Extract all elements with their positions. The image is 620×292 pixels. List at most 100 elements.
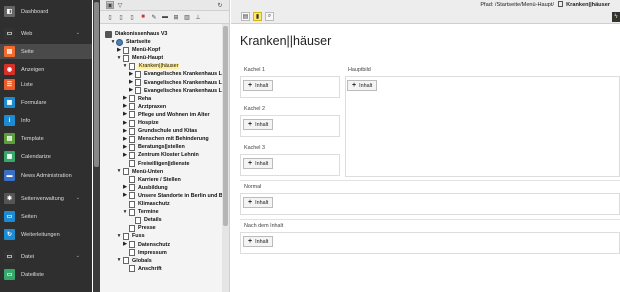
chevron-down-icon[interactable]: ⌄ (76, 253, 80, 259)
module-web[interactable]: ▭ Web ⌄ (0, 26, 92, 41)
add-content-button-kachel-2[interactable]: + Inhalt (243, 119, 274, 130)
tree-node[interactable]: ▶ Menschen mit Behinderung (122, 135, 209, 143)
tree-node[interactable]: ▼ Globals (116, 257, 152, 265)
divider (240, 180, 620, 181)
module-dashboard[interactable]: ◧ Dashboard (0, 4, 92, 19)
tree-node[interactable]: Klimaschutz (122, 200, 170, 208)
module-anzeigen[interactable]: ◉ Anzeigen (0, 62, 92, 77)
page-icon (128, 111, 135, 119)
tree-node[interactable]: Anschrift (122, 265, 162, 273)
module-formulare[interactable]: ▦ Formulare (0, 95, 92, 110)
lightning-icon[interactable]: ϟ (612, 12, 620, 22)
tree-node[interactable]: ▶ Menü-Kopf (116, 46, 160, 54)
new-page-icon[interactable]: ▯ (106, 13, 114, 21)
delete-icon[interactable]: ■ (139, 13, 147, 21)
calendar-icon: ▦ (4, 151, 15, 162)
module-weiterleitungen[interactable]: ↻ Weiterleitungen (0, 227, 92, 242)
module-news-administration[interactable]: ▬ News Administration (0, 168, 92, 183)
page-icon (134, 87, 141, 95)
breadcrumb-current[interactable]: Kranken||häuser (566, 2, 610, 8)
tree-node[interactable]: Impressum (122, 249, 167, 257)
tree-node[interactable]: ▶ Evangelisches Krankenhaus Lu (128, 87, 225, 95)
separator-icon[interactable]: ⊥ (194, 13, 202, 21)
tree-node[interactable]: ▶ Datenschutz (122, 241, 170, 249)
tree-node[interactable]: ▼ Kranken||häuser (122, 62, 180, 70)
chevron-down-icon[interactable]: ⌄ (76, 195, 80, 201)
tree-node[interactable]: ▶ Evangelisches Krankenhaus Lu (128, 70, 225, 78)
module-label: Liste (21, 81, 33, 88)
redirects-icon: ↻ (4, 229, 15, 240)
module-template[interactable]: ▤ Template (0, 131, 92, 146)
module-label: Datei (21, 253, 35, 260)
page-icon (122, 54, 129, 62)
page-icon (128, 95, 135, 103)
module-label: Seite (21, 48, 34, 55)
add-content-button-normal[interactable]: + Inhalt (243, 197, 274, 208)
tree-node[interactable]: ▼ Startseite (110, 38, 151, 46)
module-menu: ◧ Dashboard ▭ Web ⌄ ▤ Seite ◉ Anzeigen ☰ Liste ▦ For… (0, 0, 92, 292)
tree-node[interactable]: ▼ Menü-Unten (116, 168, 163, 176)
new-page-3-icon[interactable]: ▯ (128, 13, 136, 21)
tree-node[interactable]: ▼ Termine (122, 208, 159, 216)
new-page-2-icon[interactable]: ▯ (117, 13, 125, 21)
tree-node-label: Menü-Kopf (132, 47, 161, 54)
tree-node[interactable]: ▶ Hospize (122, 119, 159, 127)
filter-icon[interactable]: ▽ (116, 1, 124, 9)
tree-scrollbar[interactable] (222, 24, 229, 292)
page-icon (128, 127, 135, 135)
page-icon (128, 192, 135, 200)
page-icon (122, 168, 129, 176)
module-seite[interactable]: ▤ Seite (0, 44, 92, 59)
tree-node[interactable]: ▶ Ausbildung (122, 184, 168, 192)
tree-node[interactable]: Karriere / Stellen (122, 176, 181, 184)
tree-node[interactable]: ▼ Fuss (116, 232, 145, 240)
column-label-kachel-2: Kachel 2 (244, 106, 265, 112)
module-label: Dateiliste (21, 271, 45, 278)
tree-node[interactable]: ▶ Reha (122, 95, 151, 103)
view-page-icon[interactable]: ▮ (253, 12, 262, 21)
module-label: Weiterleitungen (21, 231, 60, 238)
tree-node[interactable]: ▶ Zentrum Kloster Lehnin (122, 151, 199, 159)
tree-node[interactable]: ▶ Arztpraxen (122, 103, 166, 111)
module-calendarize[interactable]: ▦ Calendarize (0, 149, 92, 164)
add-content-button-kachel-3[interactable]: + Inhalt (243, 158, 274, 169)
tree-node[interactable]: ▼ Menü-Haupt (116, 54, 163, 62)
edit-icon[interactable]: ✎ (150, 13, 158, 21)
tree-node[interactable]: Freiwilligen||dienste (122, 160, 190, 168)
tree-node-label: Klimaschutz (138, 201, 170, 207)
add-content-button-kachel-1[interactable]: + Inhalt (243, 80, 274, 91)
tree-root[interactable]: Diakonissenhaus V3 (105, 30, 167, 38)
page-icon (128, 241, 135, 248)
refresh-icon[interactable]: ↻ (216, 1, 224, 9)
module-seitenverwaltung[interactable]: ✱ Seitenverwaltung ⌄ (0, 191, 92, 206)
module-liste[interactable]: ☰ Liste (0, 77, 92, 92)
tree-node[interactable]: ▶ Pflege und Wohnen im Alter (122, 111, 210, 119)
tree-node[interactable]: ▶ Grundschule und Kitas (122, 127, 197, 135)
tree-node[interactable]: ▶ Beratungs||stellen (122, 143, 185, 151)
chevron-down-icon[interactable]: ⌄ (76, 30, 80, 36)
scrollbar-thumb[interactable] (223, 26, 228, 226)
module-dateiliste[interactable]: ▭ Dateiliste (0, 267, 92, 282)
page-icon (128, 62, 135, 70)
folder-icon[interactable]: ▬ (161, 13, 169, 21)
add-content-button-nach-dem-inhalt[interactable]: + Inhalt (243, 236, 274, 247)
page-layout-icon[interactable]: ▤ (241, 12, 250, 21)
scrollbar-thumb[interactable] (94, 2, 99, 167)
tree-view-icon[interactable]: ▣ (106, 1, 114, 9)
trash-icon[interactable]: ▥ (183, 13, 191, 21)
module-label: Seiten (21, 213, 37, 220)
tree-node[interactable]: Details (128, 216, 162, 224)
tree-node-label: Zentrum Kloster Lehnin (138, 152, 199, 159)
tree-node[interactable]: ▶ Evangelisches Krankenhaus Lu (128, 79, 225, 87)
module-menu-scrollbar[interactable] (93, 0, 100, 292)
move-icon[interactable]: ⊞ (172, 13, 180, 21)
module-info[interactable]: i Info (0, 113, 92, 128)
tree-node[interactable]: ▶ Unsere Standorte in Berlin und B (122, 192, 223, 200)
module-seiten[interactable]: ▭ Seiten (0, 209, 92, 224)
page-title: Kranken||häuser (240, 34, 332, 48)
search-icon[interactable]: ⌕ (265, 12, 274, 21)
module-datei[interactable]: ▭ Datei ⌄ (0, 249, 92, 264)
add-content-button-hauptbild[interactable]: + Inhalt (347, 80, 378, 91)
tree-node-label: Fuss (132, 233, 145, 240)
tree-node[interactable]: Presse (122, 224, 156, 232)
